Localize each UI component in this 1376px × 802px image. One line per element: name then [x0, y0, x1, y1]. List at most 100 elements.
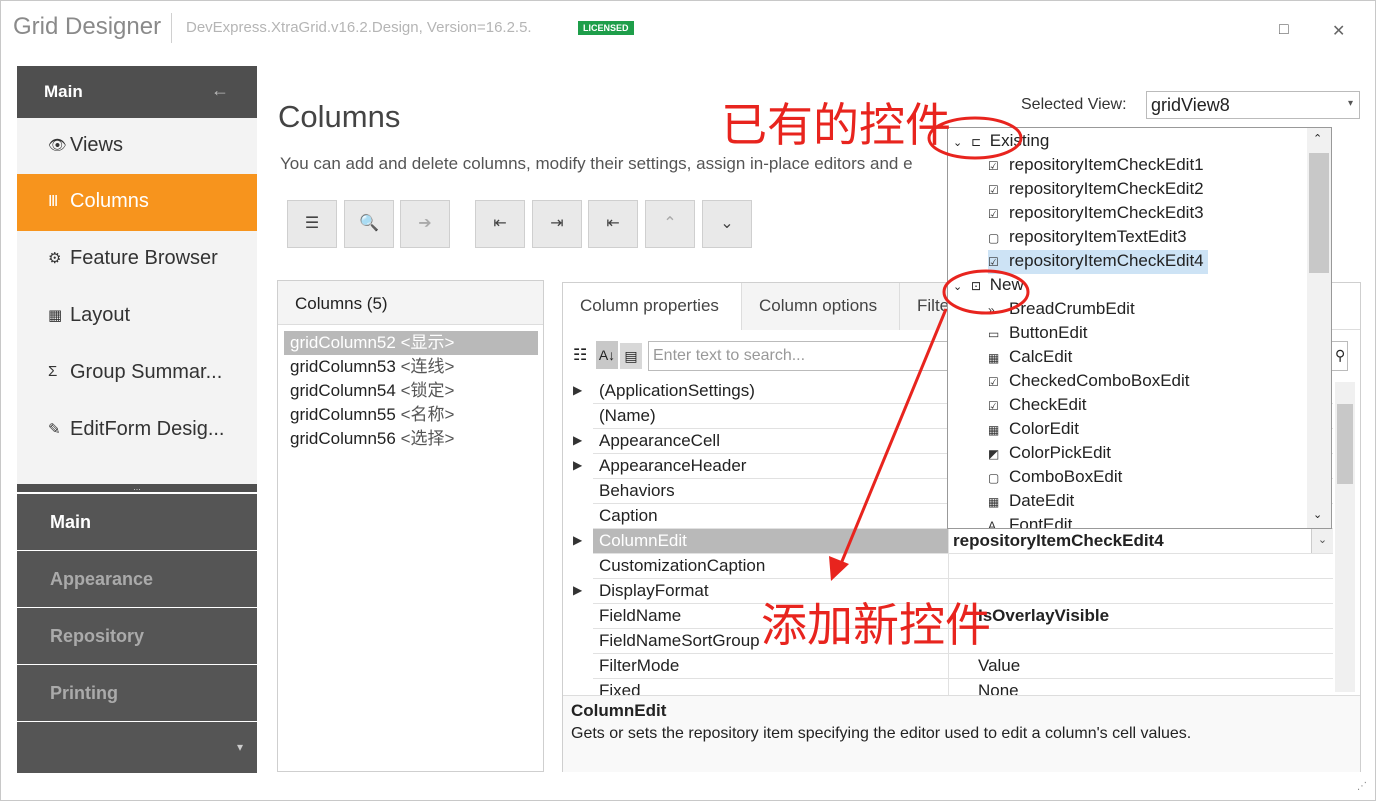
popup-scrollbar[interactable]: ⌃ ⌄	[1307, 128, 1331, 528]
sidebar-item-layout[interactable]: ▦ Layout	[17, 288, 257, 345]
group-label: Repository	[50, 626, 145, 646]
item-label: BreadCrumbEdit	[1009, 299, 1135, 318]
insert-column-button[interactable]: ⇥	[532, 200, 582, 248]
maximize-button[interactable]: □	[1279, 21, 1289, 39]
scroll-up-icon[interactable]: ⌃	[1313, 132, 1322, 145]
show-columns-button[interactable]: ☰	[287, 200, 337, 248]
editor-type-icon: ▦	[988, 423, 1000, 437]
table-row[interactable]: ▶ ColumnEdit repositoryItemCheckEdit4 ⌄	[573, 529, 1333, 554]
list-item[interactable]: ◩ ColorPickEdit	[988, 442, 1111, 466]
description-title: ColumnEdit	[571, 701, 667, 720]
list-item[interactable]: A FontEdit	[988, 514, 1072, 528]
resize-grip-icon[interactable]: ⋰	[1357, 781, 1367, 792]
tab-column-properties[interactable]: Column properties	[563, 283, 742, 330]
chevron-down-icon[interactable]: ⌄	[1311, 529, 1333, 553]
sidebar-item-label: Views	[70, 134, 123, 156]
list-item[interactable]: ☑ repositoryItemCheckEdit4	[988, 250, 1208, 274]
repository-item-popup: ⌄ ⊏ Existing ☑ repositoryItemCheckEdit1 ☑ r…	[947, 127, 1332, 529]
sidebar-item-editform-designer[interactable]: ✎ EditForm Desig...	[17, 402, 257, 459]
item-label: ComboBoxEdit	[1009, 467, 1123, 486]
editor-type-icon: ▢	[988, 231, 1000, 245]
table-row[interactable]: CustomizationCaption	[593, 554, 1333, 579]
expand-arrow-icon[interactable]: ▶	[573, 458, 582, 472]
delete-column-button[interactable]: ⇤	[588, 200, 638, 248]
sidebar-splitter[interactable]: ...	[17, 483, 257, 492]
property-pages-icon[interactable]: ▤	[620, 343, 642, 369]
sidebar-group-repository[interactable]: Repository	[17, 608, 257, 664]
editor-type-icon: ▭	[988, 327, 1000, 341]
sidebar-item-feature-browser[interactable]: ⚙ Feature Browser	[17, 231, 257, 288]
group-label: New	[989, 275, 1024, 294]
sidebar-items: 👁 Views Ⅲ Columns ⚙ Feature Browser ▦ La…	[17, 118, 257, 484]
expand-arrow-icon[interactable]: ▶	[573, 383, 582, 397]
list-item[interactable]: gridColumn53 <连线>	[284, 355, 538, 379]
categorized-icon[interactable]: ☷	[573, 345, 587, 365]
sigma-icon: Σ	[48, 363, 58, 380]
property-value[interactable]: repositoryItemCheckEdit4	[949, 529, 1333, 553]
selected-view-dropdown[interactable]: gridView8 ▾	[1146, 91, 1360, 119]
column-caption: <名称>	[400, 405, 455, 424]
table-row[interactable]: FilterMode Value	[593, 654, 1333, 679]
sidebar-group-main[interactable]: Main	[17, 494, 257, 550]
sidebar-item-views[interactable]: 👁 Views	[17, 118, 257, 175]
list-item[interactable]: ▢ ComboBoxEdit	[988, 466, 1122, 490]
popup-group-existing[interactable]: ⌄ ⊏ Existing	[953, 130, 1049, 154]
popup-group-new[interactable]: ⌄ ⊡ New	[953, 274, 1024, 298]
property-name: FieldName	[599, 606, 682, 625]
list-item[interactable]: ☑ repositoryItemCheckEdit3	[988, 202, 1204, 226]
list-item[interactable]: ☑ repositoryItemCheckEdit1	[988, 154, 1204, 178]
list-item[interactable]: ▢ repositoryItemTextEdit3	[988, 226, 1187, 250]
scrollbar-thumb[interactable]	[1309, 153, 1329, 273]
sort-alphabetical-icon[interactable]: A↓	[596, 341, 618, 369]
column-name: gridColumn56	[290, 429, 396, 448]
list-item[interactable]: gridColumn55 <名称>	[284, 403, 538, 427]
search-button[interactable]: 🔍	[344, 200, 394, 248]
property-value[interactable]: IsOverlayVisible	[978, 606, 1109, 626]
back-arrow-icon[interactable]: ←	[211, 80, 229, 101]
expand-arrow-icon[interactable]: ▶	[573, 533, 582, 547]
sidebar-more[interactable]: ▾	[17, 722, 257, 773]
list-item[interactable]: ▭ ButtonEdit	[988, 322, 1087, 346]
expand-arrow-icon[interactable]: ▶	[573, 583, 582, 597]
list-item[interactable]: ☑ CheckedComboBoxEdit	[988, 370, 1189, 394]
sidebar-item-group-summary[interactable]: Σ Group Summar...	[17, 345, 257, 402]
add-column-button[interactable]: ⇤	[475, 200, 525, 248]
edit-icon: ✎	[48, 421, 61, 438]
tab-column-options[interactable]: Column options	[742, 283, 900, 330]
search-icon[interactable]: ⚲	[1335, 347, 1345, 364]
editor-type-icon: ▦	[988, 351, 1000, 365]
list-item[interactable]: gridColumn56 <选择>	[284, 427, 538, 451]
editor-type-icon: ☑	[988, 255, 999, 269]
sidebar-item-columns[interactable]: Ⅲ Columns	[17, 174, 257, 231]
list-item[interactable]: ☑ repositoryItemCheckEdit2	[988, 178, 1204, 202]
list-item[interactable]: ▦ DateEdit	[988, 490, 1074, 514]
scroll-down-icon[interactable]: ⌄	[1313, 508, 1322, 521]
designer-window: Grid Designer DevExpress.XtraGrid.v16.2.…	[0, 0, 1376, 801]
tab-label: Column options	[759, 296, 878, 315]
expand-arrow-icon[interactable]: ▶	[573, 433, 582, 447]
new-icon: ⊡	[970, 279, 982, 293]
list-item[interactable]: gridColumn52 <显示>	[284, 331, 538, 355]
list-item[interactable]: ☑ CheckEdit	[988, 394, 1086, 418]
editor-type-icon: ☑	[988, 183, 999, 197]
move-down-button[interactable]: ⌄	[702, 200, 752, 248]
list-item[interactable]: » BreadCrumbEdit	[988, 298, 1135, 322]
close-button[interactable]: ✕	[1332, 21, 1345, 41]
scrollbar-thumb[interactable]	[1337, 404, 1353, 484]
move-up-button[interactable]: ⌃	[645, 200, 695, 248]
list-item[interactable]: gridColumn54 <锁定>	[284, 379, 538, 403]
chevron-down-icon: ⌄	[953, 281, 963, 293]
property-value[interactable]: Value	[978, 656, 1020, 676]
editor-type-icon: ☑	[988, 399, 999, 413]
list-item[interactable]: ▦ ColorEdit	[988, 418, 1079, 442]
property-scrollbar[interactable]	[1335, 382, 1355, 692]
sidebar-group-appearance[interactable]: Appearance	[17, 551, 257, 607]
sidebar-group-printing[interactable]: Printing	[17, 665, 257, 721]
list-item[interactable]: ▦ CalcEdit	[988, 346, 1072, 370]
property-name: (Name)	[599, 406, 656, 425]
sidebar-item-label: Columns	[70, 190, 149, 212]
page-description: You can add and delete columns, modify t…	[280, 154, 913, 173]
remove-column-button[interactable]: ➔	[400, 200, 450, 248]
editor-type-icon: ☑	[988, 375, 999, 389]
editor-type-icon: ◩	[988, 447, 1000, 461]
